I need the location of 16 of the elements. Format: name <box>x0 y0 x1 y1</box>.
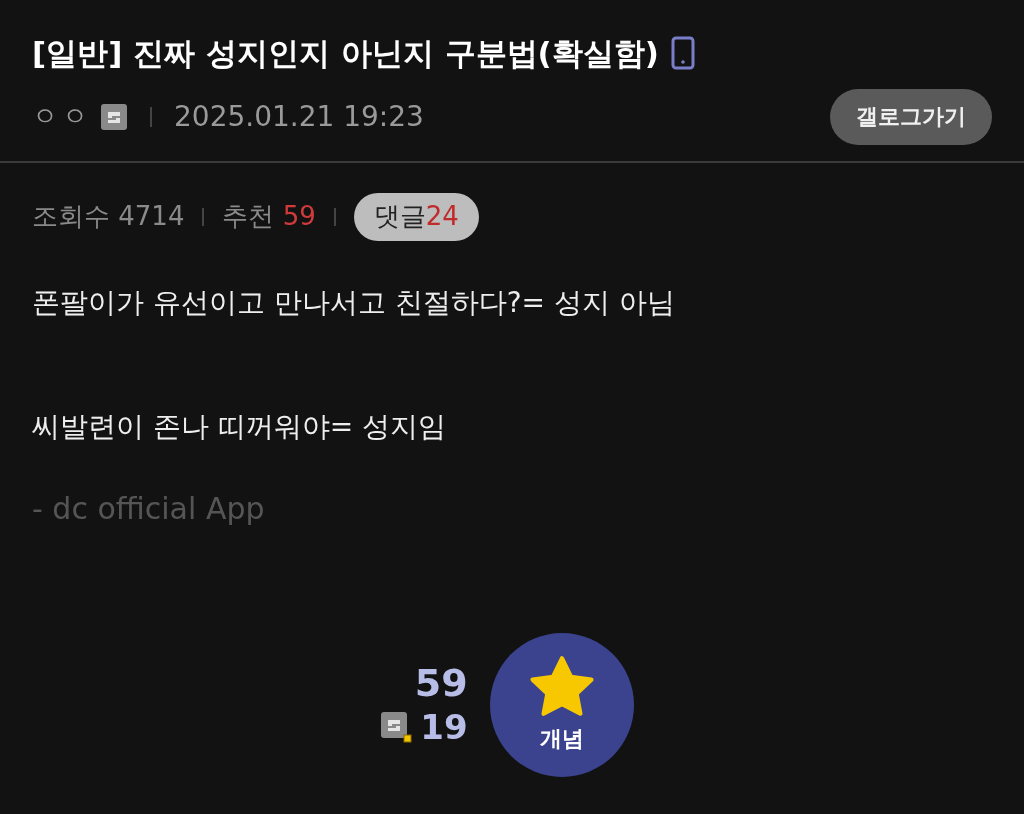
body-text: 씨발련이 존나 띠꺼워야= 성지임 <box>32 408 448 445</box>
app-signature: - dc official App <box>32 489 266 528</box>
comment-button[interactable]: 댓글24 <box>353 192 479 241</box>
gallog-icon <box>380 710 413 743</box>
recommend-button[interactable]: 개념 <box>489 632 634 777</box>
recommend-count: 추천 59 <box>222 200 316 233</box>
author-name[interactable]: ㅇㅇ <box>32 97 92 136</box>
post-datetime: 2025.01.21 19:23 <box>174 98 424 135</box>
vote-count: 59 <box>414 660 468 705</box>
gallog-button[interactable]: 갤로그가기 <box>830 88 992 145</box>
view-count: 조회수 4714 <box>32 200 185 233</box>
gallog-icon <box>100 102 128 131</box>
body-text: 폰팔이가 유선이고 만나서고 친절하다?= 성지 아님 <box>32 284 676 321</box>
phone-icon <box>670 36 695 71</box>
fixed-vote-count: 19 <box>420 705 468 749</box>
post-title: [일반] 진짜 성지인지 아닌지 구분법(확실함) <box>32 34 659 73</box>
